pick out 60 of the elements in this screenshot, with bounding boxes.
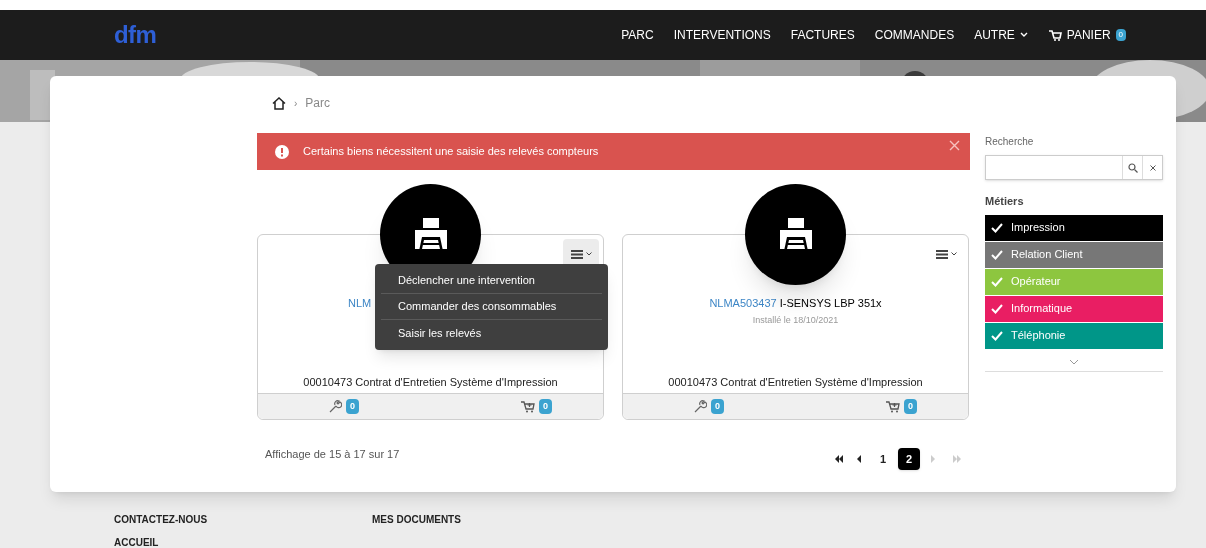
nav-link[interactable]: PARC [621,26,654,44]
chevron-down-icon [950,252,957,256]
chevron-down-icon [585,252,592,256]
next-page-icon [930,455,936,463]
alert-message: Certains biens nécessitent une saisie des relevés compteurs [303,144,599,160]
filters-title: Métiers [985,194,1025,209]
close-icon[interactable] [949,140,960,151]
footer-link[interactable]: ACCUEIL [114,535,212,548]
chevron-down-icon[interactable] [1069,358,1079,365]
menu-item[interactable]: Déclencher une intervention [381,268,602,294]
product-title: NLMA503437 I-SENSYS LBP 351x [709,296,882,311]
nav-link[interactable]: FACTURES [790,26,855,44]
cart-icon [886,400,900,413]
first-page-icon [834,455,844,463]
footer-link[interactable]: CONTACTEZ-NOUS [114,512,212,527]
contract-label: 00010473 Contrat d'Entretien Système d'Impression [302,374,559,390]
menu-icon [935,249,948,259]
contract-label: 00010473 Contrat d'Entretien Système d'Impression [667,374,924,390]
product-title: NLM [348,296,372,311]
nav-link[interactable]: INTERVENTIONS [673,26,771,44]
last-page-icon [952,455,962,463]
wrench-icon [329,400,342,413]
install-date: Installé le 18/10/2021 [752,313,839,327]
footer-link[interactable]: MES DOCUMENTS [372,512,470,527]
home-icon [272,96,286,110]
cart-icon [521,400,535,413]
badge: 0 [1115,29,1127,41]
breadcrumb-link[interactable]: Parc [305,94,331,112]
pagination-summary: Affichage de 15 à 17 sur 17 [265,446,400,462]
cart-icon [1047,29,1062,41]
filter-chip[interactable]: Impression [985,214,1163,241]
check-icon [991,249,1003,260]
check-icon [991,303,1003,314]
nav-link[interactable]: AUTRE [974,26,1028,44]
wrench-icon [694,400,707,413]
search-field[interactable] [985,155,1163,180]
count-badge: 0 [904,398,917,415]
filter-chip[interactable]: Téléphonie [985,322,1163,349]
count-badge: 0 [539,398,552,415]
alert-icon [275,144,289,159]
search-icon [1127,162,1138,173]
menu-icon [570,249,583,259]
nav-link[interactable]: COMMANDES [874,26,955,44]
filter-chip[interactable]: Relation Client [985,241,1163,268]
nav-link[interactable]: PANIER 0 [1047,26,1127,44]
check-icon [991,222,1003,233]
check-icon [991,330,1003,341]
count-badge: 0 [711,398,724,415]
close-icon [1149,164,1156,171]
search-label: Recherche [985,135,1035,149]
filter-chip[interactable]: Informatique [985,295,1163,322]
breadcrumb-separator: › [294,96,298,111]
check-icon [991,276,1003,287]
chevron-down-icon [1019,32,1028,38]
page-button[interactable]: 1 [872,448,894,470]
page-button[interactable]: 2 [898,448,920,470]
menu-item[interactable]: Commander des consommables [381,294,602,320]
previous-page-icon [856,455,862,463]
menu-item[interactable]: Saisir les relevés [381,320,602,346]
count-badge: 0 [346,398,359,415]
